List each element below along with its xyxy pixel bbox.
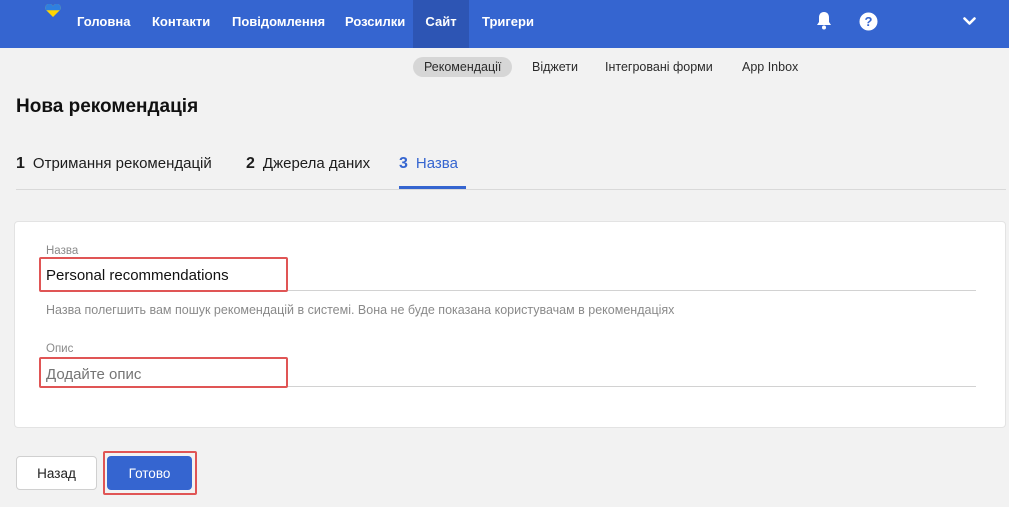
nav-item-contacts[interactable]: Контакти [152,0,210,48]
step-number: 1 [16,155,25,172]
name-field-underline [46,290,976,291]
step-name[interactable]: 3 Назва [399,155,466,189]
page-title: Нова рекомендація [16,96,199,117]
steps-divider [16,189,1006,190]
step-number: 3 [399,155,408,172]
description-field-underline [46,386,976,387]
name-field-label: Назва [46,245,79,257]
step-number: 2 [246,155,255,172]
name-field-hint: Назва полегшить вам пошук рекомендацій в… [46,303,675,317]
step-label: Назва [415,155,458,172]
bell-icon[interactable] [815,11,833,31]
subtab-app-inbox[interactable]: App Inbox [731,57,809,77]
name-input[interactable] [46,264,946,286]
back-button[interactable]: Назад [16,456,97,490]
description-input[interactable] [46,363,946,385]
nav-item-messages[interactable]: Повідомлення [232,0,325,48]
top-navigation-bar: Головна Контакти Повідомлення Розсилки С… [0,0,1009,48]
step-label: Отримання рекомендацій [32,155,212,172]
nav-item-mailings[interactable]: Розсилки [345,0,405,48]
nav-item-site[interactable]: Сайт [413,0,469,48]
help-icon[interactable]: ? [859,12,878,31]
form-card: Назва Назва полегшить вам пошук рекоменд… [14,221,1006,428]
step-get-recommendations[interactable]: 1 Отримання рекомендацій [16,155,212,189]
subtab-recommendations[interactable]: Рекомендації [413,57,513,77]
nav-item-triggers[interactable]: Тригери [482,0,534,48]
subtab-integrated-forms[interactable]: Інтегровані форми [594,57,724,77]
done-button[interactable]: Готово [107,456,192,490]
svg-text:?: ? [865,14,873,29]
step-data-sources[interactable]: 2 Джерела даних [246,155,370,189]
subtab-widgets[interactable]: Віджети [521,57,589,77]
nav-item-home[interactable]: Головна [77,0,130,48]
ukraine-heart-logo[interactable] [44,4,62,18]
step-label: Джерела даних [262,155,371,172]
chevron-down-icon[interactable] [963,17,976,26]
description-field-label: Опис [46,343,74,355]
